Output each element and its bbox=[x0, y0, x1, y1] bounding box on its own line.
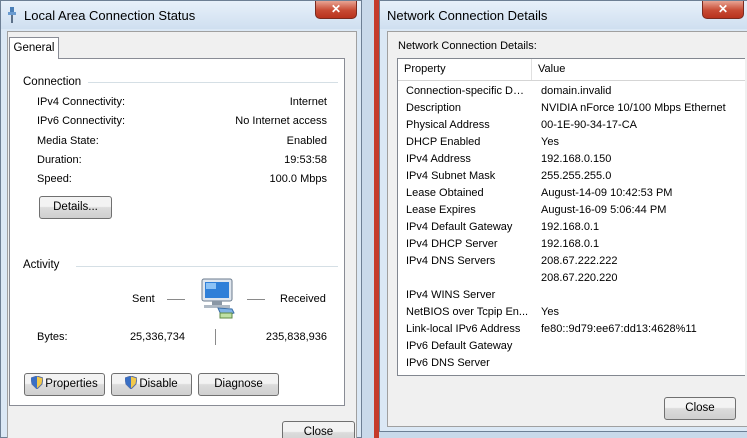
details-window-title: Network Connection Details bbox=[387, 8, 548, 23]
status-window-title: Local Area Connection Status bbox=[24, 8, 196, 23]
property-cell: Connection-specific DN... bbox=[406, 85, 529, 97]
status-window: Local Area Connection Status ✕ General C… bbox=[0, 0, 362, 438]
bytes-label: Bytes: bbox=[37, 331, 68, 343]
diagnose-button[interactable]: Diagnose bbox=[198, 373, 279, 396]
table-row[interactable]: Lease Obtained August-14-09 10:42:53 PM bbox=[398, 185, 745, 202]
uac-shield-icon bbox=[124, 375, 138, 390]
value-cell: fe80::9d79:ee67:dd13:4628%11 bbox=[541, 323, 697, 335]
value-cell: 00-1E-90-34-17-CA bbox=[541, 119, 637, 131]
value-cell: Yes bbox=[541, 306, 559, 318]
property-cell: NetBIOS over Tcpip En... bbox=[406, 306, 529, 318]
value-cell: 255.255.255.0 bbox=[541, 170, 612, 182]
activity-group-heading: Activity bbox=[23, 259, 64, 271]
details-button[interactable]: Details... bbox=[39, 196, 112, 219]
column-header-value[interactable]: Value bbox=[532, 59, 746, 80]
status-window-close-icon[interactable]: ✕ bbox=[315, 1, 357, 19]
value-cell: August-14-09 10:42:53 PM bbox=[541, 187, 673, 199]
table-row[interactable]: IPv4 WINS Server bbox=[398, 287, 745, 304]
ipv6-connectivity-label: IPv6 Connectivity: bbox=[37, 115, 126, 127]
table-row[interactable]: Link-local IPv6 Address fe80::9d79:ee67:d… bbox=[398, 321, 745, 338]
network-computers-icon bbox=[192, 273, 242, 325]
details-list-header: Property Value bbox=[398, 59, 745, 81]
speed-label: Speed: bbox=[37, 173, 72, 185]
details-list-caption: Network Connection Details: bbox=[398, 40, 537, 52]
table-row[interactable]: Lease Expires August-16-09 5:06:44 PM bbox=[398, 202, 745, 219]
general-tab-page: Connection IPv4 Connectivity: Internet I… bbox=[9, 58, 345, 406]
table-row[interactable]: IPv4 Address 192.168.0.150 bbox=[398, 151, 745, 168]
table-row[interactable]: IPv4 Default Gateway 192.168.0.1 bbox=[398, 219, 745, 236]
details-title-bar[interactable]: Network Connection Details bbox=[380, 1, 747, 29]
value-cell: domain.invalid bbox=[541, 85, 612, 97]
received-label: Received bbox=[280, 293, 326, 305]
properties-button[interactable]: Properties bbox=[24, 373, 105, 396]
disable-button[interactable]: Disable bbox=[111, 373, 192, 396]
table-row[interactable]: IPv6 Default Gateway bbox=[398, 338, 745, 355]
property-cell: Link-local IPv6 Address bbox=[406, 323, 521, 335]
table-row[interactable]: IPv4 DHCP Server 192.168.0.1 bbox=[398, 236, 745, 253]
table-row[interactable]: IPv4 DNS Servers 208.67.222.222 bbox=[398, 253, 745, 270]
value-cell: NVIDIA nForce 10/100 Mbps Ethernet bbox=[541, 102, 726, 114]
table-row[interactable]: IPv4 Subnet Mask 255.255.255.0 bbox=[398, 168, 745, 185]
received-dash bbox=[247, 299, 265, 300]
property-cell: Physical Address bbox=[406, 119, 490, 131]
value-cell: 192.168.0.1 bbox=[541, 238, 600, 250]
table-row[interactable]: IPv6 DNS Server bbox=[398, 355, 745, 372]
table-row[interactable]: Physical Address 00-1E-90-34-17-CA bbox=[398, 117, 745, 134]
property-cell: IPv4 Default Gateway bbox=[406, 221, 513, 233]
value-cell: 192.168.0.1 bbox=[541, 221, 600, 233]
activity-group-divider bbox=[76, 266, 338, 267]
value-cell: 208.67.222.222 bbox=[541, 255, 618, 267]
value-cell: August-16-09 5:06:44 PM bbox=[541, 204, 667, 216]
status-title-bar[interactable]: Local Area Connection Status bbox=[1, 1, 361, 29]
property-cell: IPv4 DNS Servers bbox=[406, 255, 496, 267]
property-cell: Lease Expires bbox=[406, 204, 476, 216]
uac-shield-icon bbox=[30, 375, 44, 390]
table-row[interactable]: NetBIOS over Tcpip En... Yes bbox=[398, 304, 745, 321]
table-row[interactable]: DHCP Enabled Yes bbox=[398, 134, 745, 151]
media-state-label: Media State: bbox=[37, 135, 99, 147]
table-row[interactable]: Connection-specific DN... domain.invalid bbox=[398, 83, 745, 100]
duration-label: Duration: bbox=[37, 154, 82, 166]
ipv4-connectivity-label: IPv4 Connectivity: bbox=[37, 96, 126, 108]
property-cell: IPv6 Default Gateway bbox=[406, 340, 513, 352]
value-cell: 192.168.0.150 bbox=[541, 153, 612, 165]
table-row[interactable]: 208.67.220.220 bbox=[398, 270, 745, 287]
speed-value: 100.0 Mbps bbox=[269, 173, 327, 185]
column-header-property[interactable]: Property bbox=[398, 59, 532, 80]
bytes-sent-value: 25,336,734 bbox=[129, 331, 185, 343]
network-adapter-icon bbox=[6, 7, 18, 23]
sent-label: Sent bbox=[132, 293, 155, 305]
property-cell: IPv4 WINS Server bbox=[406, 289, 496, 301]
details-close-button[interactable]: Close bbox=[664, 397, 736, 420]
property-cell: IPv4 Subnet Mask bbox=[406, 170, 496, 182]
activity-separator bbox=[215, 329, 216, 345]
details-list[interactable]: Property Value Connection-specific DN...… bbox=[397, 58, 745, 376]
property-cell: IPv4 Address bbox=[406, 153, 471, 165]
ipv4-connectivity-value: Internet bbox=[289, 96, 327, 108]
bytes-received-value: 235,838,936 bbox=[265, 331, 327, 343]
close-button[interactable]: Close bbox=[282, 421, 355, 438]
property-cell: DHCP Enabled bbox=[406, 136, 481, 148]
property-cell: IPv4 DHCP Server bbox=[406, 238, 498, 250]
value-cell: 208.67.220.220 bbox=[541, 272, 618, 284]
property-cell: Lease Obtained bbox=[406, 187, 484, 199]
property-cell: IPv6 DNS Server bbox=[406, 357, 490, 369]
details-window-close-icon[interactable]: ✕ bbox=[702, 1, 744, 19]
property-cell: Description bbox=[406, 102, 462, 114]
ipv6-connectivity-value: No Internet access bbox=[235, 115, 327, 127]
connection-group-divider bbox=[88, 82, 338, 83]
connection-group-heading: Connection bbox=[23, 76, 86, 88]
properties-button-label: Properties bbox=[45, 378, 98, 390]
duration-value: 19:53:58 bbox=[284, 154, 327, 166]
table-row[interactable]: Description NVIDIA nForce 10/100 Mbps Eth… bbox=[398, 100, 745, 117]
details-window: Network Connection Details ✕ Network Con… bbox=[379, 0, 747, 432]
disable-button-label: Disable bbox=[139, 378, 178, 390]
value-cell: Yes bbox=[541, 136, 559, 148]
tab-general[interactable]: General bbox=[9, 37, 59, 59]
sent-dash bbox=[167, 299, 185, 300]
media-state-value: Enabled bbox=[286, 135, 327, 147]
